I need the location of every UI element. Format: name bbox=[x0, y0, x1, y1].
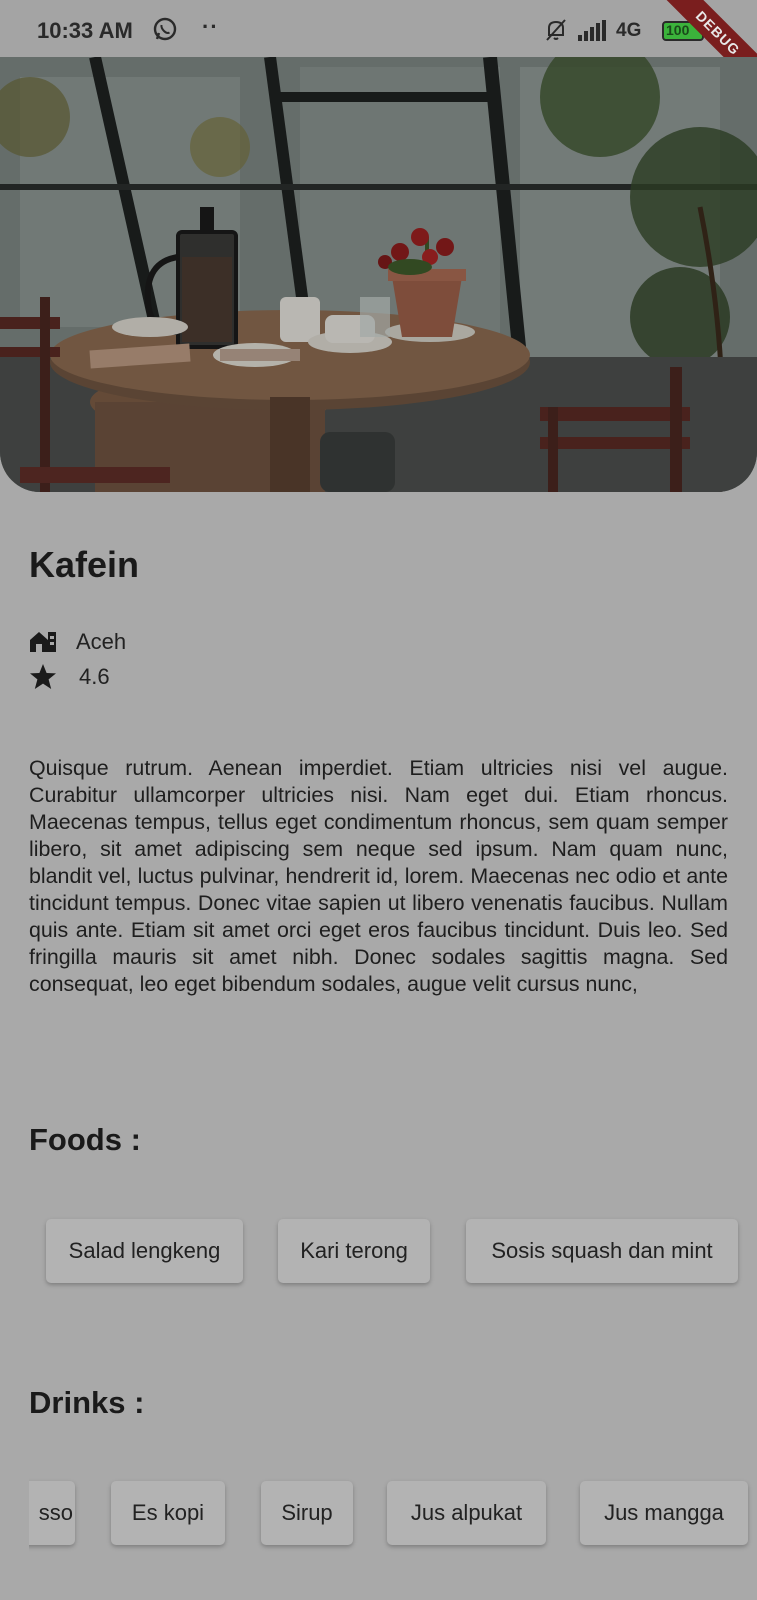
foods-title: Foods : bbox=[29, 1122, 141, 1157]
rating-text: 4.6 bbox=[79, 664, 110, 689]
cafe-photo bbox=[0, 57, 757, 492]
building-icon bbox=[30, 632, 56, 652]
food-chip[interactable]: Kari terong bbox=[278, 1219, 430, 1283]
location-text: Aceh bbox=[76, 629, 127, 654]
drinks-title: Drinks : bbox=[29, 1385, 145, 1420]
network-type: 4G bbox=[616, 20, 642, 41]
drink-chip[interactable]: Jus alpukat bbox=[387, 1481, 546, 1545]
food-chip[interactable]: Sosis squash dan mint bbox=[466, 1219, 738, 1283]
bell-off-icon bbox=[546, 19, 566, 41]
location-row: Aceh bbox=[29, 628, 126, 656]
place-description: Quisque rutrum. Aenean imperdiet. Etiam … bbox=[29, 756, 728, 996]
whatsapp-icon bbox=[153, 17, 177, 41]
status-time: 10:33 AM bbox=[37, 18, 133, 43]
status-bar: 10:33 AM ·· 4G 100 bbox=[0, 0, 757, 62]
drink-chip[interactable]: Es kopi bbox=[111, 1481, 225, 1545]
food-chip[interactable]: Salad lengkeng bbox=[46, 1219, 243, 1283]
battery-level: 100 bbox=[666, 22, 690, 38]
rating-row: 4.6 bbox=[29, 663, 110, 691]
drink-chip[interactable]: sso bbox=[29, 1481, 75, 1545]
hero-image bbox=[0, 57, 757, 492]
star-icon bbox=[30, 664, 56, 689]
drinks-scroll-list[interactable]: sso Es kopi Sirup Jus alpukat Jus mangga bbox=[29, 1478, 757, 1554]
notification-dots: ·· bbox=[202, 14, 219, 39]
signal-icon bbox=[578, 20, 606, 41]
drink-chip[interactable]: Sirup bbox=[261, 1481, 353, 1545]
place-title: Kafein bbox=[29, 544, 140, 585]
drink-chip[interactable]: Jus mangga bbox=[580, 1481, 748, 1545]
